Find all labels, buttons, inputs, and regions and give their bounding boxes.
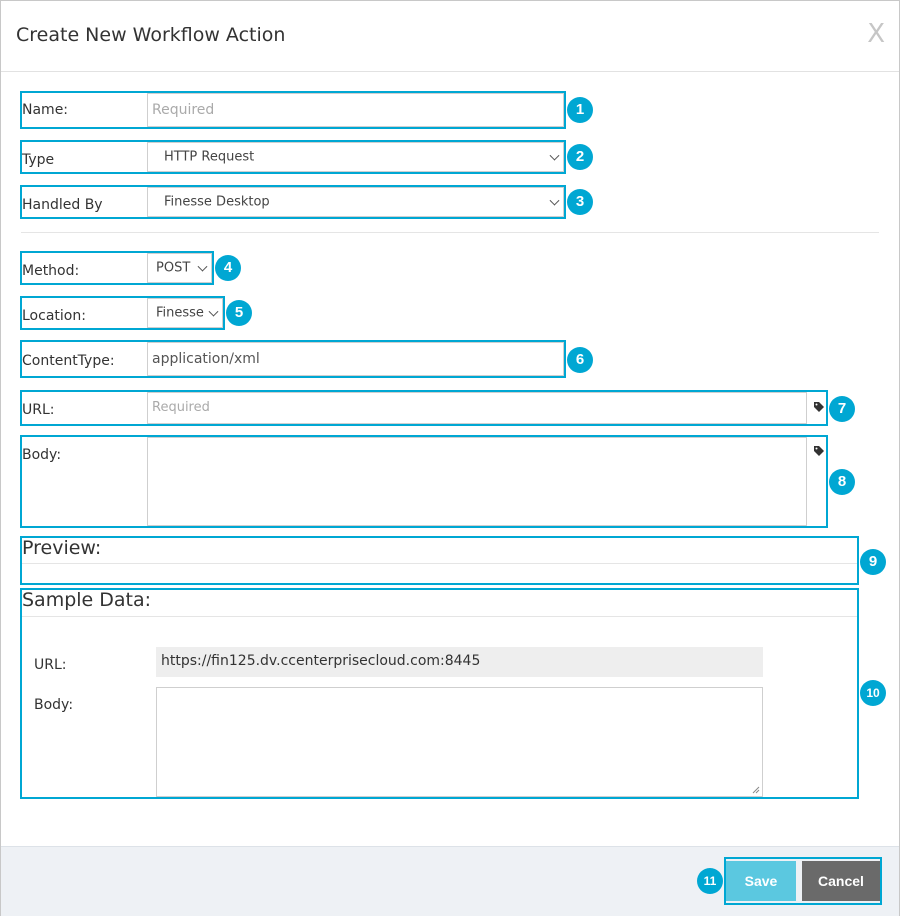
close-icon[interactable]: X	[867, 19, 885, 49]
url-input[interactable]: Required	[147, 392, 807, 424]
callout-badge-3: 3	[567, 189, 593, 215]
sample-url-label: URL:	[34, 657, 67, 673]
chevron-down-icon	[208, 306, 219, 317]
location-label: Location:	[22, 308, 86, 324]
url-placeholder: Required	[152, 400, 210, 415]
cancel-button[interactable]: Cancel	[802, 861, 880, 901]
content-type-label: ContentType:	[22, 353, 115, 369]
chevron-down-icon	[549, 150, 560, 161]
callout-badge-8: 8	[829, 469, 855, 495]
handled-by-label: Handled By	[22, 197, 103, 213]
preview-divider	[22, 563, 857, 564]
resize-handle-icon[interactable]	[752, 786, 760, 794]
save-button[interactable]: Save	[726, 861, 796, 901]
callout-badge-7: 7	[829, 396, 855, 422]
callout-badge-1: 1	[567, 97, 593, 123]
section-divider	[21, 232, 879, 233]
callout-badge-6: 6	[567, 347, 593, 373]
sample-data-title: Sample Data:	[22, 589, 152, 611]
sample-body-label: Body:	[34, 697, 74, 713]
name-input[interactable]: Required	[147, 93, 564, 127]
preview-title: Preview:	[22, 537, 102, 559]
callout-badge-11: 11	[697, 868, 723, 894]
body-textarea[interactable]	[147, 437, 807, 526]
callout-badge-10: 10	[860, 680, 886, 706]
callout-badge-2: 2	[567, 144, 593, 170]
tag-icon[interactable]	[813, 401, 825, 413]
name-label: Name:	[22, 102, 69, 118]
content-type-input[interactable]: application/xml	[147, 342, 564, 376]
type-select[interactable]: HTTP Request	[147, 142, 564, 172]
method-selected: POST	[156, 260, 191, 276]
handled-by-selected: Finesse Desktop	[164, 194, 270, 210]
dialog-header: Create New Workflow Action X	[1, 1, 899, 72]
preview-section	[20, 536, 859, 585]
type-label: Type	[22, 152, 55, 168]
location-select[interactable]: Finesse	[147, 298, 223, 328]
callout-badge-9: 9	[860, 549, 886, 575]
name-placeholder: Required	[152, 102, 215, 118]
location-selected: Finesse	[156, 305, 204, 321]
sample-url-value: https://fin125.dv.ccenterprisecloud.com:…	[156, 647, 763, 677]
callout-badge-5: 5	[226, 300, 252, 326]
workflow-action-dialog: Create New Workflow Action X Name: Requi…	[0, 0, 900, 916]
chevron-down-icon	[197, 261, 208, 272]
callout-badge-4: 4	[215, 255, 241, 281]
dialog-title: Create New Workflow Action	[16, 24, 286, 46]
method-label: Method:	[22, 263, 80, 279]
sample-data-divider	[22, 616, 857, 617]
sample-body-textarea[interactable]	[156, 687, 763, 797]
method-select[interactable]: POST	[147, 253, 212, 283]
tag-icon[interactable]	[813, 445, 825, 457]
handled-by-select[interactable]: Finesse Desktop	[147, 187, 564, 217]
body-label: Body:	[22, 447, 62, 463]
url-label: URL:	[22, 402, 55, 418]
type-selected: HTTP Request	[164, 149, 255, 165]
chevron-down-icon	[549, 195, 560, 206]
